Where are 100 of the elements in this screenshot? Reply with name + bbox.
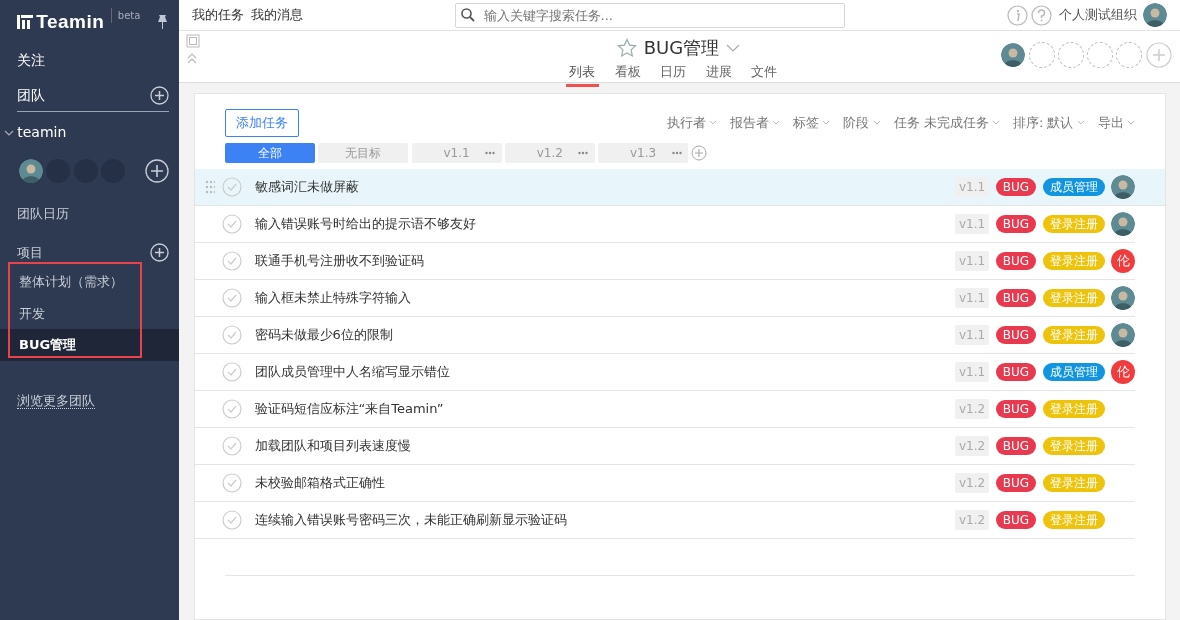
version-label: v1.1 [955,176,990,197]
task-row[interactable]: 输入错误账号时给出的提示语不够友好 v1.1 BUG 登录注册 [195,205,1135,243]
add-icon[interactable] [150,86,169,105]
tag-label: BUG [995,177,1036,196]
caret-icon [708,120,717,126]
project-item[interactable]: BUG管理 [0,329,179,361]
logo-icon [17,14,33,30]
add-milestone-icon[interactable] [691,144,708,161]
chevron-down-icon[interactable] [725,43,740,53]
complete-checkbox-icon[interactable] [221,472,242,493]
task-row[interactable]: 敏感词汇未做屏蔽 v1.1 BUG 成员管理 [195,168,1165,206]
star-icon[interactable] [617,38,638,58]
assignee-avatar: 伦 [1111,248,1135,273]
task-row[interactable]: 团队成员管理中人名缩写显示错位 v1.1 BUG 成员管理 伦 [195,353,1135,391]
project-title: BUG管理 [643,36,720,61]
filter-dropdown[interactable]: 导出 [1097,113,1135,133]
complete-checkbox-icon[interactable] [221,250,242,271]
task-title: 加载团队和项目列表速度慢 [254,437,412,455]
tag-label: 成员管理 [1042,362,1105,381]
browse-teams-link[interactable]: 浏览更多团队 [17,392,95,409]
info-icon[interactable] [1006,4,1028,26]
task-title: 输入错误账号时给出的提示语不够友好 [254,215,477,233]
complete-checkbox-icon[interactable] [221,324,242,345]
nav-link[interactable]: 我的任务 [192,5,244,25]
caret-icon [772,120,781,126]
view-tab[interactable]: 列表 [566,62,599,87]
filter-dropdown[interactable]: 任务 未完成任务 [893,113,1000,133]
task-title: 连续输入错误账号密码三次，未能正确刷新显示验证码 [254,511,568,529]
search-field[interactable]: 输入关键字搜索任务... [454,2,845,28]
task-row[interactable]: 输入框未禁止特殊字符输入 v1.1 BUG 登录注册 [195,279,1135,317]
version-label: v1.2 [955,435,990,456]
task-row[interactable]: 密码未做最少6位的限制 v1.1 BUG 登录注册 [195,316,1135,354]
task-title: 输入框未禁止特殊字符输入 [254,289,412,307]
task-row[interactable]: 连续输入错误账号密码三次，未能正确刷新显示验证码 v1.2 BUG 登录注册 [195,501,1135,539]
caret-icon [1127,120,1135,126]
milestone-tab[interactable]: 全部 [225,142,315,163]
drag-handle-icon[interactable] [205,179,215,194]
tag-label: BUG [995,399,1036,418]
version-label: v1.1 [955,250,990,271]
task-row[interactable]: 加载团队和项目列表速度慢 v1.2 BUG 登录注册 [195,427,1135,465]
assignee-avatar [1111,211,1135,236]
tag-label: 登录注册 [1042,251,1105,270]
search-icon [461,8,475,23]
project-item[interactable]: 开发 [0,297,179,329]
nav-link[interactable]: 我的消息 [250,5,303,25]
project-item[interactable]: 整体计划（需求） [0,266,179,298]
view-tab[interactable]: 文件 [748,62,781,87]
complete-checkbox-icon[interactable] [221,213,242,234]
tag-label: 成员管理 [1042,177,1105,196]
tag-label: 登录注册 [1042,473,1105,492]
tag-label: BUG [995,362,1036,381]
assignee-avatar [1111,285,1135,310]
complete-checkbox-icon[interactable] [221,398,242,419]
filter-dropdown[interactable]: 阶段 [843,113,881,133]
organization-name[interactable]: 个人测试组织 [1058,5,1137,25]
more-icon [671,150,682,155]
tag-label: BUG [995,288,1036,307]
pin-icon[interactable] [155,14,169,30]
caret-icon [822,120,831,126]
filter-dropdown[interactable]: 报告者 [729,113,781,133]
tag-label: 登录注册 [1042,325,1105,344]
tag-label: 登录注册 [1042,399,1105,418]
task-row[interactable]: 联通手机号注册收不到验证码 v1.1 BUG 登录注册 伦 [195,242,1135,280]
view-tab[interactable]: 进展 [702,62,736,87]
add-member-icon[interactable] [145,159,169,183]
collapse-up-icon[interactable] [185,51,198,64]
tag-label: 登录注册 [1042,288,1105,307]
task-title: 密码未做最少6位的限制 [254,326,394,344]
follow-link[interactable]: 关注 [17,52,45,68]
add-icon[interactable] [150,242,169,262]
expand-icon[interactable] [185,34,200,49]
logo-text: Teamin [36,11,105,33]
add-task-button[interactable]: 添加任务 [225,109,299,137]
complete-checkbox-icon[interactable] [221,176,242,197]
filter-dropdown[interactable]: 标签 [793,113,831,133]
projects-heading: 项目 [17,243,43,262]
complete-checkbox-icon[interactable] [221,361,242,382]
help-icon[interactable] [1031,4,1052,26]
task-row[interactable]: 未校验邮箱格式正确性 v1.2 BUG 登录注册 [195,464,1135,502]
tag-label: BUG [995,251,1036,270]
team-heading: 团队 [17,86,45,105]
member-avatar [1001,43,1026,68]
tag-label: 登录注册 [1042,214,1105,233]
filter-dropdown[interactable]: 执行者 [666,113,717,133]
tag-label: BUG [995,436,1036,455]
caret-icon [872,120,881,126]
version-label: v1.2 [955,398,990,419]
complete-checkbox-icon[interactable] [221,287,242,308]
filter-dropdown[interactable]: 排序: 默认 [1013,113,1085,133]
team-calendar-link[interactable]: 团队日历 [17,206,69,221]
team-name[interactable]: teamin [17,122,67,143]
view-tab[interactable]: 看板 [611,62,645,87]
caret-icon [1076,120,1085,126]
complete-checkbox-icon[interactable] [221,509,242,530]
view-tab[interactable]: 日历 [657,62,690,87]
assignee-avatar [1111,174,1135,199]
more-icon [578,150,589,155]
task-row[interactable]: 验证码短信应标注“来自Teamin” v1.2 BUG 登录注册 [195,390,1135,428]
complete-checkbox-icon[interactable] [221,435,242,456]
task-title: 团队成员管理中人名缩写显示错位 [254,363,451,381]
